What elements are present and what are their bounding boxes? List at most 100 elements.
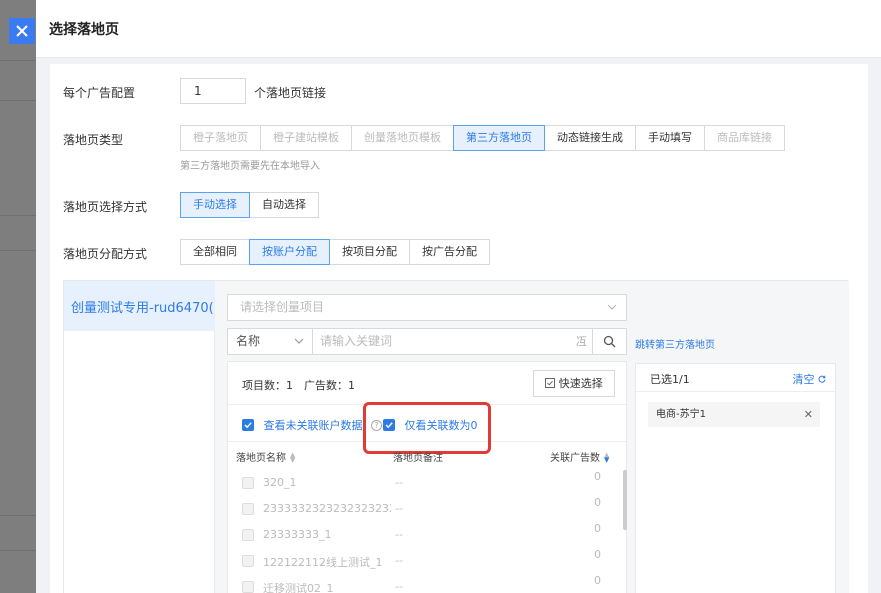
row-checkbox[interactable]	[242, 503, 254, 515]
clear-selected-button[interactable]: 清空	[793, 371, 827, 387]
selected-chip-label: 电商-苏宁1	[656, 409, 706, 420]
column-header-name[interactable]: 落地页名称 ▲ ▼	[236, 449, 296, 465]
filter-zero-checkbox[interactable]: 仅看关联数为0	[383, 417, 478, 433]
type-option-orange-template[interactable]: 橙子建站模板	[260, 125, 352, 151]
form-panel: 每个广告配置 1 个落地页链接 落地页类型 橙子落地页 橙子建站模板 创量落地页…	[50, 64, 868, 593]
row-name: 2333332323232323232323...	[263, 502, 391, 515]
selected-panel: 已选1/1 清空 电商-苏宁1 ✕	[635, 363, 836, 593]
search-button[interactable]	[593, 328, 627, 355]
landing-type-group: 橙子落地页 橙子建站模板 创量落地页模板 第三方落地页 动态链接生成 手动填写 …	[180, 125, 785, 151]
search-field-select[interactable]: 名称	[227, 328, 313, 355]
close-drawer-button[interactable]	[9, 18, 35, 44]
select-mode-group: 手动选择 自动选择	[180, 192, 319, 218]
landing-page-drawer: 选择落地页 每个广告配置 1 个落地页链接 落地页类型 橙子落地页 橙子建站模板…	[36, 0, 881, 593]
type-option-orange[interactable]: 橙子落地页	[180, 125, 261, 151]
counts-text: 项目数：1 广告数：1	[242, 379, 355, 392]
checkbox-outline-icon	[545, 378, 556, 388]
assign-by-project[interactable]: 按项目分配	[329, 239, 410, 265]
close-icon	[16, 25, 28, 37]
drawer-header: 选择落地页	[36, 0, 881, 58]
search-icon	[603, 335, 616, 348]
selected-header: 已选1/1 清空	[636, 364, 835, 392]
table-row[interactable]: 122122112线上测试_1 -- 0	[228, 548, 616, 574]
checkbox-checked-icon	[242, 419, 254, 431]
account-name: 创量测试专用-rud6470(	[71, 300, 214, 316]
background-page	[0, 0, 36, 593]
row-note: --	[395, 554, 403, 567]
quick-select-label: 快速选择	[558, 377, 603, 390]
assign-mode-group: 全部相同 按账户分配 按项目分配 按广告分配	[180, 239, 490, 265]
filter-unlinked-label: 查看未关联账户数据	[263, 419, 363, 432]
row-note: --	[395, 502, 403, 515]
row-name: 迁移测试02_1	[263, 582, 334, 593]
keyword-input[interactable]: 请输入关键词 冱	[313, 328, 593, 355]
table-row[interactable]: 迁移测试02_1 -- 0	[228, 574, 616, 593]
keyword-placeholder: 请输入关键词	[320, 334, 393, 348]
row-count: 0	[594, 548, 601, 561]
type-option-third-party[interactable]: 第三方落地页	[453, 125, 545, 151]
type-option-dynamic-link[interactable]: 动态链接生成	[544, 125, 636, 151]
type-hint: 第三方落地页需要先在本地导入	[180, 161, 320, 172]
sort-icon: ▲ ▼	[604, 451, 610, 464]
picker-area: 请选择创量项目 名称 请输入关键词 冱 跳转第三方落地页 项目数：1 广告数：1…	[215, 281, 849, 593]
table-row[interactable]: 2333332323232323232323... -- 0	[228, 496, 616, 522]
row-name: 320_1	[263, 476, 297, 489]
type-label: 落地页类型	[63, 133, 124, 147]
column-header-note: 落地页备注	[393, 453, 443, 464]
row-checkbox[interactable]	[242, 555, 254, 567]
row-note: --	[395, 528, 403, 541]
landing-page-list: 项目数：1 广告数：1 快速选择 查看未关联账户数据 ? 仅看关联数为0 落地页…	[227, 361, 627, 593]
select-mode-label: 落地页选择方式	[63, 200, 148, 214]
drawer-title: 选择落地页	[49, 21, 119, 38]
per-ad-label: 每个广告配置	[63, 86, 136, 100]
row-note: --	[395, 580, 403, 593]
table-row[interactable]: 320_1 -- 0	[228, 470, 616, 496]
filter-zero-label: 仅看关联数为0	[404, 419, 478, 432]
clear-input-icon[interactable]: 冱	[576, 329, 587, 354]
assignment-box: 创量测试专用-rud6470( 请选择创量项目 名称 请输入关键词 冱 跳转第三…	[63, 280, 849, 593]
table-header: 落地页名称 ▲ ▼ 落地页备注 关联广告数 ▲ ▼	[228, 442, 626, 470]
chevron-down-icon	[607, 304, 617, 310]
jump-third-party-link[interactable]: 跳转第三方落地页	[635, 336, 715, 351]
row-checkbox[interactable]	[242, 477, 254, 489]
type-option-product-library[interactable]: 商品库链接	[704, 125, 785, 151]
chevron-down-icon	[294, 338, 304, 344]
links-per-ad-input[interactable]: 1	[180, 78, 246, 104]
row-name: 23333333_1	[263, 528, 332, 541]
account-item[interactable]: 创量测试专用-rud6470(	[64, 281, 215, 331]
selected-chip: 电商-苏宁1 ✕	[648, 402, 820, 427]
row-count: 0	[594, 574, 601, 587]
select-mode-manual[interactable]: 手动选择	[180, 192, 250, 218]
assign-mode-label: 落地页分配方式	[63, 247, 148, 261]
checkbox-checked-icon	[383, 419, 395, 431]
search-field-value: 名称	[236, 334, 261, 348]
info-icon: ?	[371, 419, 382, 431]
project-select[interactable]: 请选择创量项目	[227, 294, 627, 321]
row-count: 0	[594, 496, 601, 509]
filter-row: 查看未关联账户数据 ? 仅看关联数为0	[228, 402, 626, 454]
quick-select-button[interactable]: 快速选择	[533, 370, 615, 397]
assign-by-account[interactable]: 按账户分配	[249, 239, 330, 265]
project-select-placeholder: 请选择创量项目	[240, 300, 325, 314]
account-list: 创量测试专用-rud6470(	[64, 281, 215, 593]
remove-chip-icon[interactable]: ✕	[804, 402, 813, 427]
row-note: --	[395, 476, 403, 489]
row-checkbox[interactable]	[242, 529, 254, 541]
refresh-icon	[818, 375, 826, 383]
column-header-count[interactable]: 关联广告数 ▲ ▼	[550, 449, 610, 465]
filter-unlinked-checkbox[interactable]: 查看未关联账户数据 ?	[242, 417, 382, 433]
assign-by-ad[interactable]: 按广告分配	[409, 239, 490, 265]
select-mode-auto[interactable]: 自动选择	[249, 192, 319, 218]
type-option-manual[interactable]: 手动填写	[635, 125, 705, 151]
assign-all-same[interactable]: 全部相同	[180, 239, 250, 265]
list-scrollbar[interactable]	[623, 470, 627, 530]
sort-icon: ▲ ▼	[290, 451, 296, 464]
row-count: 0	[594, 470, 601, 483]
per-ad-suffix: 个落地页链接	[254, 86, 327, 100]
type-option-cl-template[interactable]: 创量落地页模板	[351, 125, 454, 151]
row-count: 0	[594, 522, 601, 535]
row-checkbox[interactable]	[242, 581, 254, 593]
selected-count: 已选1/1	[650, 373, 690, 386]
table-row[interactable]: 23333333_1 -- 0	[228, 522, 616, 548]
search-row: 名称 请输入关键词 冱	[227, 328, 627, 355]
